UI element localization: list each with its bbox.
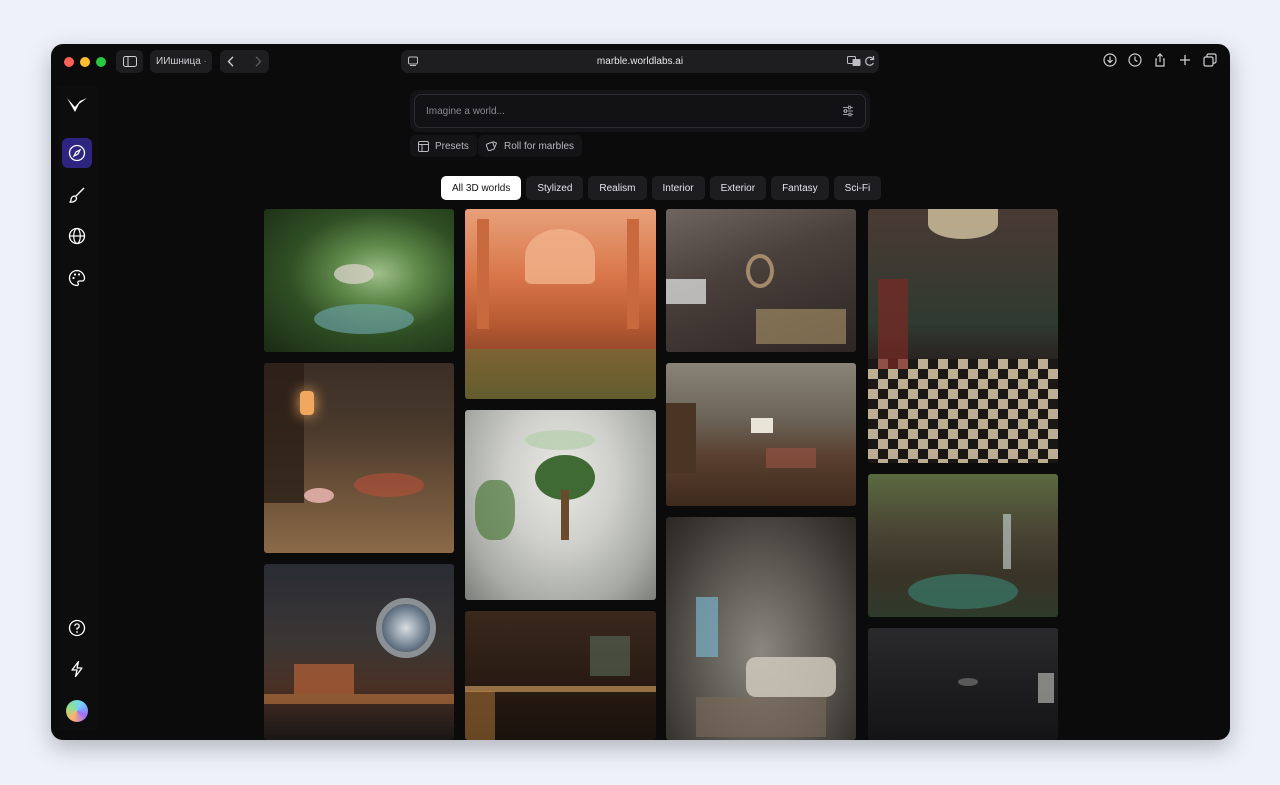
sidebar-toggle-button[interactable] bbox=[116, 50, 143, 73]
world-card-white-cave-bonsai[interactable] bbox=[465, 410, 656, 600]
share-button[interactable] bbox=[1152, 52, 1168, 68]
tab-all-3d-worlds[interactable]: All 3D worlds bbox=[441, 176, 522, 200]
world-card-dark-hall[interactable] bbox=[868, 628, 1058, 740]
home-logo-link[interactable] bbox=[62, 90, 92, 120]
url-text: marble.worldlabs.ai bbox=[596, 56, 684, 67]
world-card-rustic-bedroom[interactable] bbox=[666, 363, 856, 506]
presets-label: Presets bbox=[435, 140, 469, 152]
prompt-input[interactable]: Imagine a world... bbox=[414, 94, 866, 128]
world-card-jungle-pods[interactable] bbox=[264, 209, 454, 352]
palette-icon bbox=[68, 269, 86, 287]
new-tab-button[interactable] bbox=[1177, 52, 1193, 68]
sliders-icon[interactable] bbox=[842, 105, 854, 117]
roll-label: Roll for marbles bbox=[504, 140, 575, 152]
tab-realism[interactable]: Realism bbox=[588, 176, 647, 200]
dice-icon bbox=[486, 141, 498, 152]
prompt-placeholder: Imagine a world... bbox=[426, 105, 505, 117]
sidebar-item-create[interactable] bbox=[62, 180, 92, 210]
world-card-orange-palace[interactable] bbox=[465, 209, 656, 399]
maximize-window-button[interactable] bbox=[96, 57, 106, 67]
tab-stylized[interactable]: Stylized bbox=[526, 176, 584, 200]
world-card-wood-kitchen[interactable] bbox=[465, 611, 656, 740]
tab-overview-button[interactable] bbox=[1202, 52, 1218, 68]
minimize-window-button[interactable] bbox=[80, 57, 90, 67]
tab-exterior[interactable]: Exterior bbox=[709, 176, 767, 200]
globe-icon bbox=[68, 227, 86, 245]
history-nav bbox=[220, 50, 269, 73]
back-icon[interactable] bbox=[227, 56, 234, 67]
chevron-down-icon bbox=[203, 60, 206, 63]
prompt-container: Imagine a world... bbox=[410, 90, 870, 132]
browser-toolbar bbox=[1102, 52, 1218, 68]
browser-window: ИИшница marble.worldlabs.ai Imagine a wo… bbox=[51, 44, 1230, 740]
history-button[interactable] bbox=[1127, 52, 1143, 68]
world-card-ruined-courtyard[interactable] bbox=[868, 474, 1058, 617]
world-card-cave-bedroom[interactable] bbox=[666, 517, 856, 740]
page-settings-icon[interactable] bbox=[407, 55, 419, 67]
tab-sci-fi[interactable]: Sci-Fi bbox=[833, 176, 882, 200]
address-bar[interactable]: marble.worldlabs.ai bbox=[401, 50, 879, 73]
roll-for-marbles-button[interactable]: Roll for marbles bbox=[478, 135, 583, 157]
profile-label: ИИшница bbox=[156, 56, 201, 67]
world-card-library-lantern[interactable] bbox=[264, 363, 454, 553]
downloads-button[interactable] bbox=[1102, 52, 1118, 68]
plus-icon bbox=[1180, 55, 1190, 65]
world-card-spaceship-room[interactable] bbox=[264, 564, 454, 740]
tab-fantasy[interactable]: Fantasy bbox=[771, 176, 829, 200]
world-card-study-room[interactable] bbox=[666, 209, 856, 352]
forward-icon[interactable] bbox=[255, 56, 262, 67]
presets-button[interactable]: Presets bbox=[410, 135, 477, 157]
tabs-icon bbox=[1203, 53, 1217, 67]
translate-icon[interactable] bbox=[847, 55, 861, 67]
sidebar-icon bbox=[122, 56, 137, 67]
world-card-checkered-hall[interactable] bbox=[868, 209, 1058, 463]
logo-icon bbox=[67, 98, 87, 112]
clock-icon bbox=[1128, 53, 1142, 67]
help-button[interactable] bbox=[62, 613, 92, 643]
upgrade-button[interactable] bbox=[62, 654, 92, 684]
close-window-button[interactable] bbox=[64, 57, 74, 67]
sidebar-item-explore[interactable] bbox=[62, 138, 92, 168]
brush-icon bbox=[69, 187, 85, 203]
app-sidebar bbox=[58, 86, 98, 730]
sidebar-item-styles[interactable] bbox=[62, 263, 92, 293]
layout-icon bbox=[418, 140, 429, 152]
lightning-icon bbox=[71, 660, 83, 678]
reload-icon[interactable] bbox=[864, 55, 875, 67]
tab-interior[interactable]: Interior bbox=[651, 176, 705, 200]
sidebar-item-worlds[interactable] bbox=[62, 221, 92, 251]
profile-menu-button[interactable]: ИИшница bbox=[150, 50, 212, 73]
compass-icon bbox=[68, 144, 86, 162]
title-bar: ИИшница marble.worldlabs.ai bbox=[51, 44, 1230, 80]
help-icon bbox=[68, 619, 86, 637]
download-icon bbox=[1103, 53, 1117, 67]
category-tabs: All 3D worlds Stylized Realism Interior … bbox=[441, 176, 882, 200]
avatar[interactable] bbox=[66, 700, 88, 722]
share-icon bbox=[1155, 53, 1165, 67]
